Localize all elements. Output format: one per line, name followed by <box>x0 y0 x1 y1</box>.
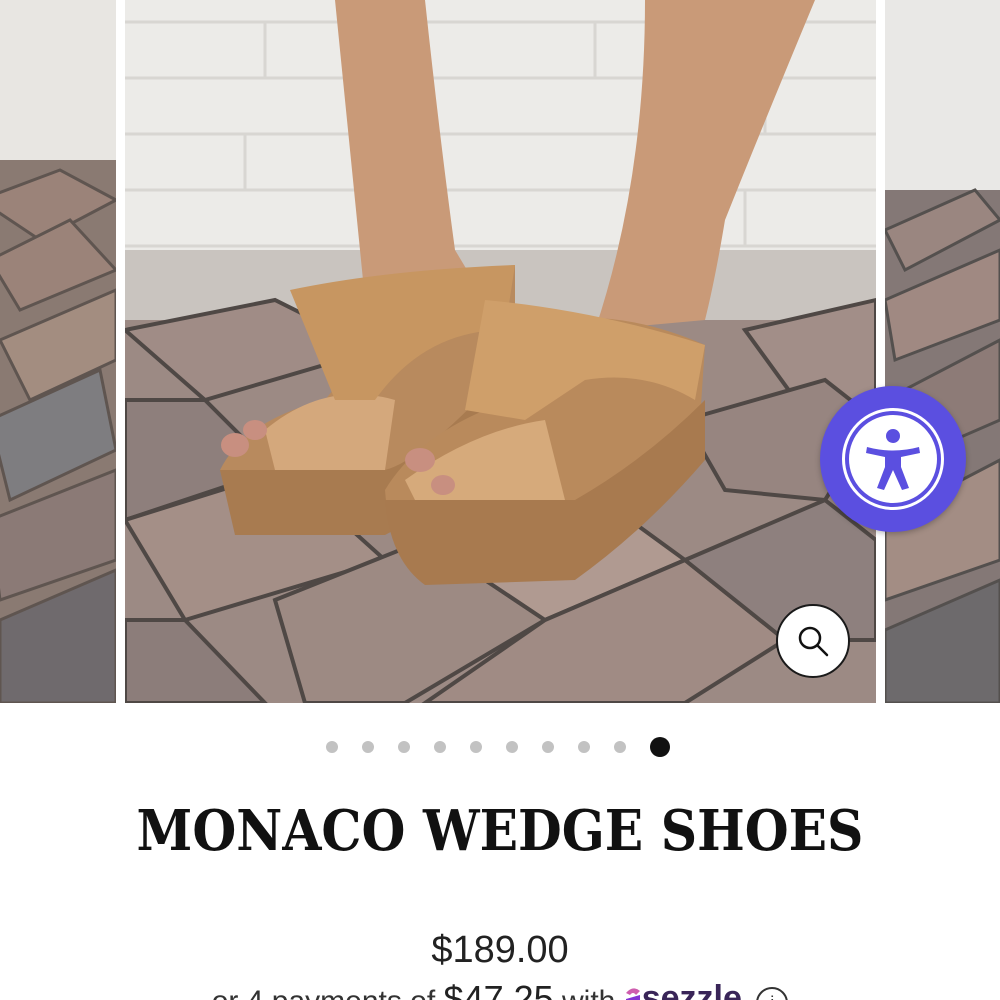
pagination-dot[interactable] <box>542 741 554 753</box>
installments-message: or 4 payments of $47.25 with sezzle i <box>0 978 1000 1000</box>
product-image-gallery[interactable] <box>0 0 1000 703</box>
gallery-slide-next[interactable] <box>885 0 1000 703</box>
pagination-dots <box>326 737 670 757</box>
installments-prefix: or 4 payments of <box>212 985 435 1000</box>
pagination-dot[interactable] <box>434 741 446 753</box>
sezzle-wordmark: sezzle <box>641 979 742 1000</box>
pagination-dot[interactable] <box>398 741 410 753</box>
accessibility-button[interactable] <box>820 386 966 532</box>
product-page: MONACO WEDGE SHOES $189.00 or 4 payments… <box>0 0 1000 1000</box>
gallery-slide-current[interactable] <box>125 0 876 703</box>
pagination-dot[interactable] <box>326 741 338 753</box>
pagination-dot[interactable] <box>506 741 518 753</box>
accessibility-icon-ring <box>842 408 944 510</box>
accessibility-person-icon <box>866 429 920 490</box>
zoom-button[interactable] <box>776 604 850 678</box>
pagination-dot[interactable] <box>614 741 626 753</box>
sezzle-logo[interactable]: sezzle <box>624 978 742 1000</box>
gallery-pagination <box>0 737 1000 757</box>
product-image <box>125 0 876 703</box>
magnifier-icon <box>798 626 829 657</box>
pagination-dot[interactable] <box>470 741 482 753</box>
pagination-dot[interactable] <box>578 741 590 753</box>
pagination-dot[interactable] <box>362 741 374 753</box>
gallery-slide-previous[interactable] <box>0 0 116 703</box>
pagination-dot[interactable] <box>650 737 670 757</box>
product-price: $189.00 <box>431 929 569 971</box>
sezzle-mark-icon <box>625 988 640 1000</box>
previous-slide-image <box>0 0 116 703</box>
next-slide-image <box>885 0 1000 703</box>
info-icon[interactable]: i <box>756 987 789 1000</box>
installments-connector: with <box>562 985 615 1000</box>
product-title: MONACO WEDGE SHOES <box>136 798 864 864</box>
installment-amount: $47.25 <box>443 978 554 1000</box>
